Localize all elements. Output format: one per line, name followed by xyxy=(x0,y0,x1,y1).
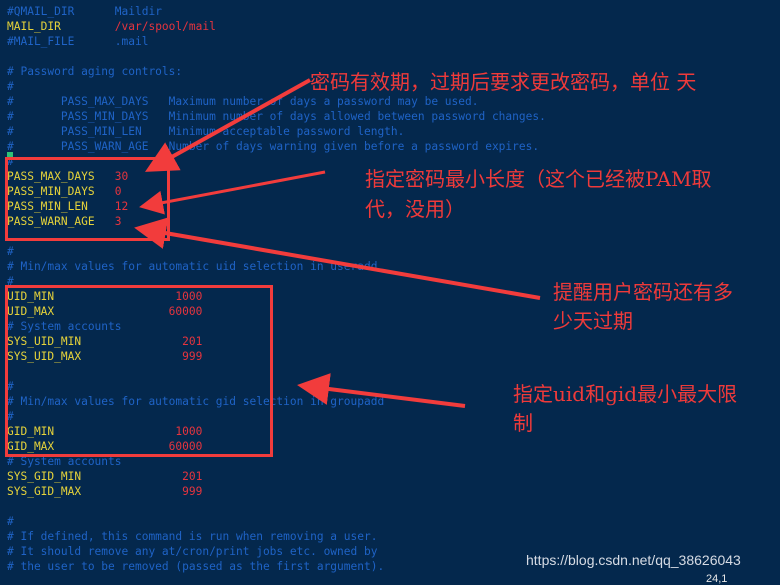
comment-value: Maildir xyxy=(114,5,162,18)
editor-line: # xyxy=(7,244,14,259)
editor-line: # PASS_WARN_AGE Number of days warning g… xyxy=(7,139,539,154)
annotation-uid-gid-line1: 指定uid和gid最小最大限 xyxy=(513,382,738,406)
editor-line: # the user to be removed (passed as the … xyxy=(7,559,384,574)
editor-line: # xyxy=(7,79,14,94)
comment-text: # PASS_MIN_DAYS Minimum number of days a… xyxy=(7,110,546,123)
editor-line: # PASS_MIN_LEN Minimum acceptable passwo… xyxy=(7,124,404,139)
comment-text: # It should remove any at/cron/print job… xyxy=(7,545,378,558)
annotation-max-days: 密码有效期，过期后要求更改密码，单位 天 xyxy=(310,70,697,94)
comment-text: # PASS_WARN_AGE Number of days warning g… xyxy=(7,140,540,153)
terminal-editor[interactable]: #QMAIL_DIR Maildir MAIL_DIR /var/spool/ma… xyxy=(0,0,780,585)
editor-line: SYS_GID_MAX 999 xyxy=(7,484,202,499)
config-value: 999 xyxy=(182,485,203,498)
annotation-min-len-line1: 指定密码最小长度（这个已经被PAM取 xyxy=(365,167,712,191)
annotation-warn-age-line1: 提醒用户密码还有多 xyxy=(553,280,733,304)
editor-line: # If defined, this command is run when r… xyxy=(7,529,377,544)
editor-line: SYS_GID_MIN 201 xyxy=(7,469,202,484)
editor-line: #QMAIL_DIR Maildir xyxy=(7,4,162,19)
uid-gid-highlight-box xyxy=(5,285,273,457)
editor-line: # xyxy=(7,514,14,529)
pass-settings-highlight-box xyxy=(5,157,170,241)
config-value: 201 xyxy=(182,470,203,483)
annotation-warn-age-line2: 少天过期 xyxy=(553,309,633,333)
editor-line: # It should remove any at/cron/print job… xyxy=(7,544,377,559)
comment-text: # xyxy=(7,515,14,528)
editor-line: # PASS_MIN_DAYS Minimum number of days a… xyxy=(7,109,546,124)
watermark-url: https://blog.csdn.net/qq_38626043 xyxy=(526,552,741,568)
comment-text: # If defined, this command is run when r… xyxy=(7,530,378,543)
editor-line: # Min/max values for automatic uid selec… xyxy=(7,259,377,274)
comment-key: #MAIL_FILE xyxy=(7,35,115,48)
annotation-uid-gid-line2: 制 xyxy=(513,411,533,435)
comment-key: #QMAIL_DIR xyxy=(7,5,115,18)
comment-text: # Password aging controls: xyxy=(7,65,183,78)
annotation-min-len-line2: 代，没用） xyxy=(365,197,465,221)
comment-text: # the user to be removed (passed as the … xyxy=(7,560,385,573)
comment-value: .mail xyxy=(114,35,149,48)
config-key: SYS_GID_MIN xyxy=(7,470,82,483)
cursor-position-status: 24,1 xyxy=(706,573,728,585)
comment-text: # xyxy=(7,245,14,258)
comment-text: # Min/max values for automatic uid selec… xyxy=(7,260,378,273)
editor-line: MAIL_DIR /var/spool/mail xyxy=(7,19,216,34)
comment-text: # xyxy=(7,80,14,93)
config-key: MAIL_DIR xyxy=(7,20,115,33)
editor-line: #MAIL_FILE .mail xyxy=(7,34,148,49)
config-key: SYS_GID_MAX xyxy=(7,485,82,498)
arrow-min-len xyxy=(139,170,326,215)
comment-text: # PASS_MIN_LEN Minimum acceptable passwo… xyxy=(7,125,405,138)
config-value: /var/spool/mail xyxy=(114,20,216,33)
editor-line: # Password aging controls: xyxy=(7,64,182,79)
